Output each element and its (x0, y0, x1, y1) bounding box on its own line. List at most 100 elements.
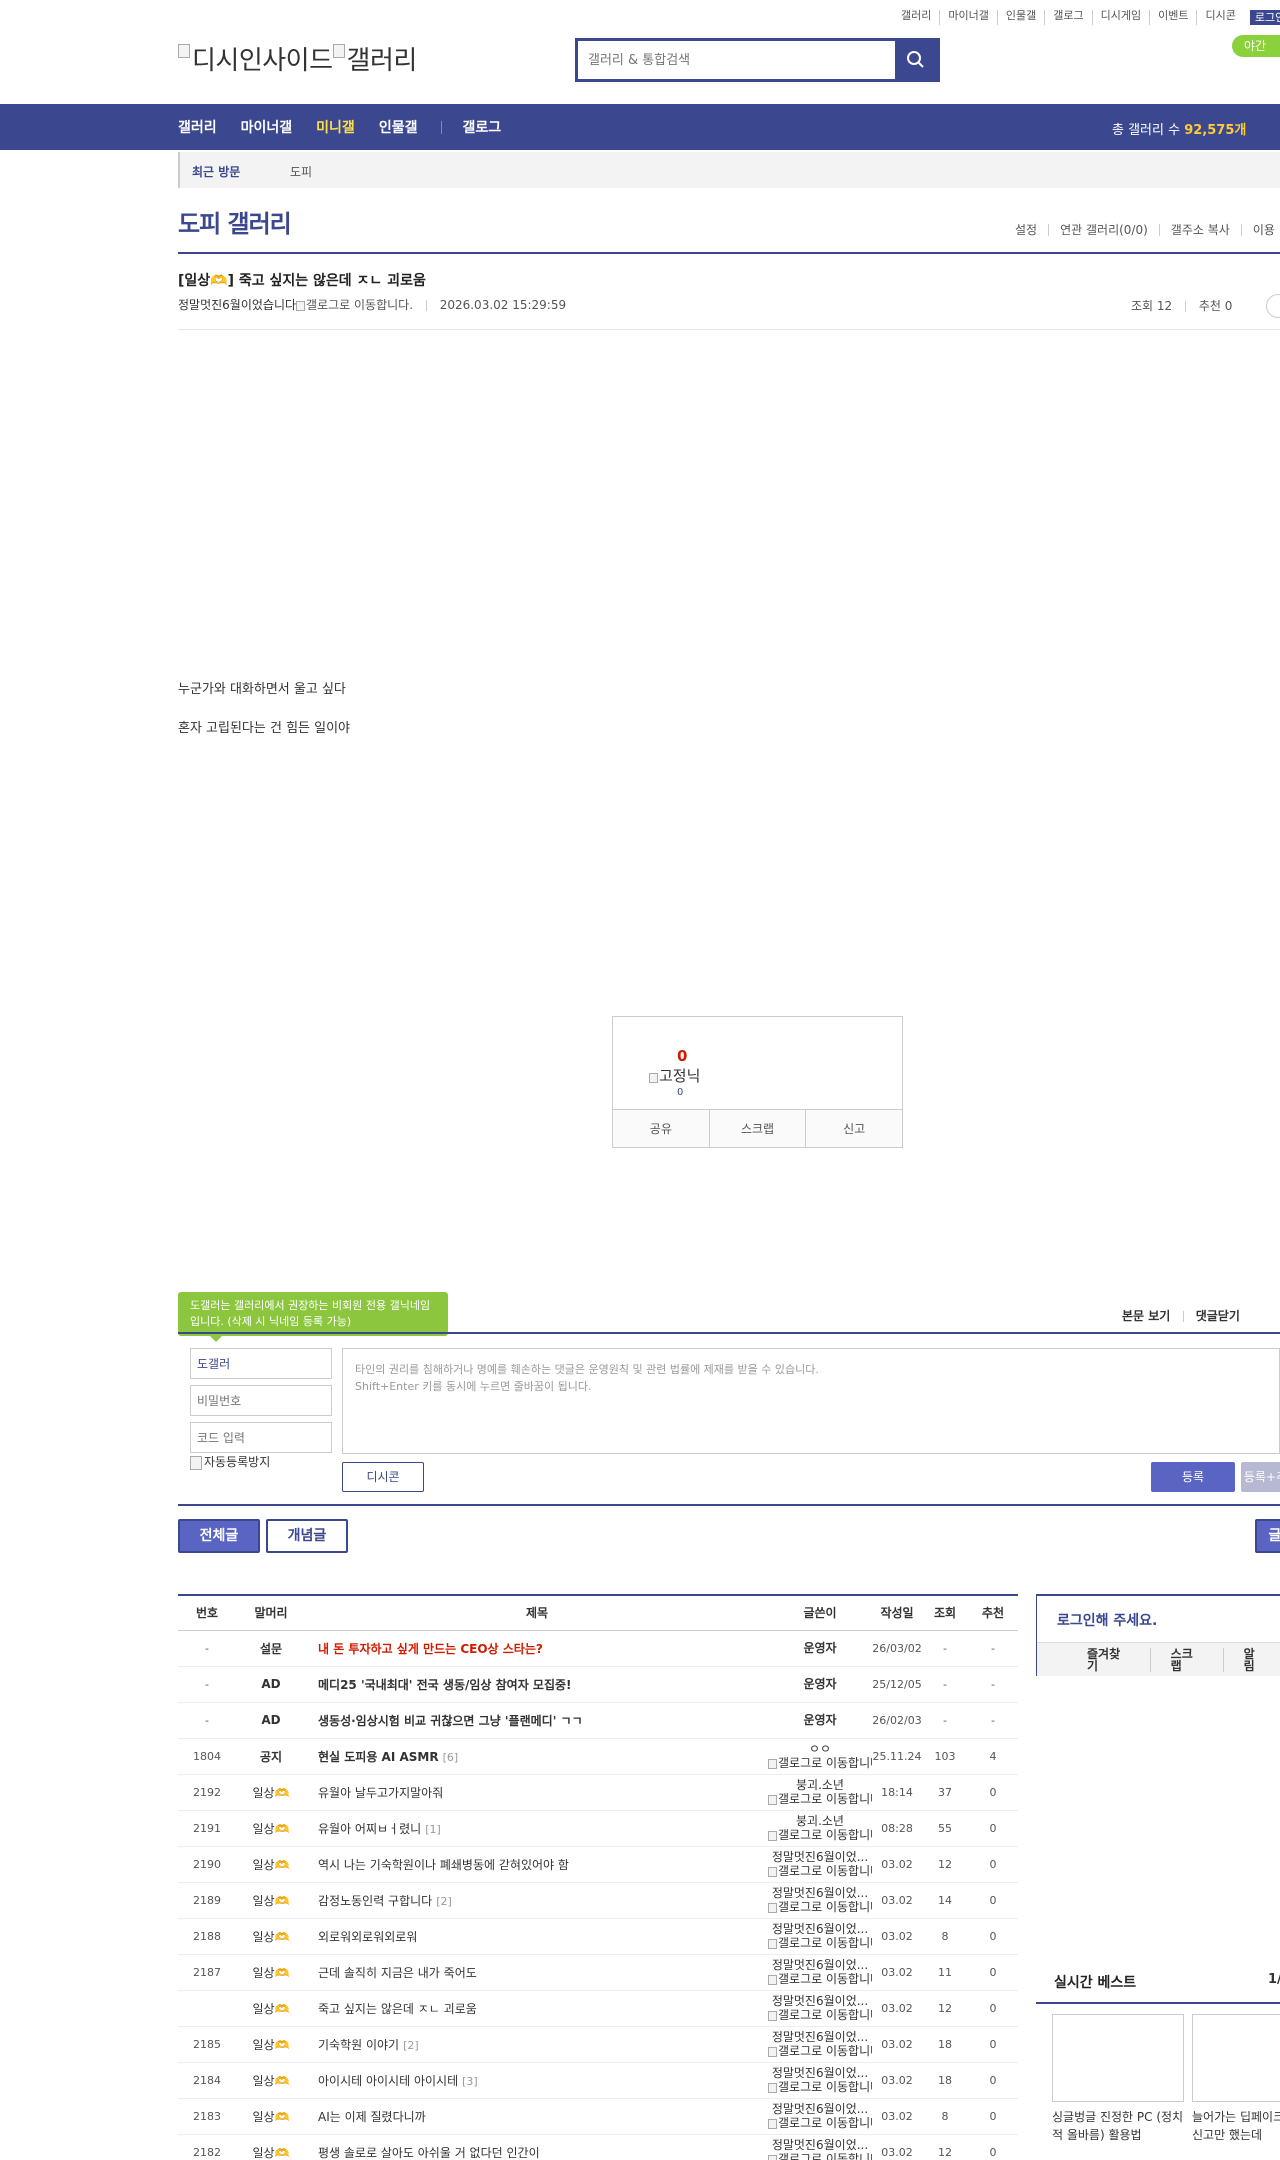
comment-code-field[interactable] (190, 1422, 332, 1453)
row-writer[interactable]: 정말멋진6월이었...갤로그로 이동합니다. (768, 1850, 872, 1878)
gallery-title[interactable]: 도피 갤러리 (178, 204, 292, 239)
row-subject[interactable]: 근데 솔직히 지금은 내가 죽어도 (306, 1954, 768, 1991)
row-subject[interactable]: 감정노동인력 구합니다 [2] (306, 1882, 768, 1919)
comment-submit-recommend-button[interactable]: 등록+추천 (1241, 1462, 1280, 1492)
best-thumbnail[interactable] (1192, 2014, 1280, 2102)
row-subject-text[interactable]: 죽고 싶지는 않은데 ㅈㄴ 괴로움 (318, 2002, 477, 2016)
table-row[interactable]: - 설문 내 돈 투자하고 싶게 만드는 CEO상 스타는? 운영자 26/03/02-… (178, 1630, 1018, 1667)
row-subject-text[interactable]: 평생 솔로로 살아도 아쉬울 거 없다던 인간이 (318, 2146, 540, 2160)
row-subject[interactable]: 역시 나는 기숙학원이나 폐쇄병동에 갇혀있어야 함 (306, 1846, 768, 1883)
row-writer[interactable]: 정말멋진6월이었...갤로그로 이동합니다. (768, 2066, 872, 2094)
table-row[interactable]: 2191일상🫶유월아 어찌ㅂㅓ렸니[1]붕괴.소년갤로그로 이동합니다.08:2… (178, 1810, 1018, 1847)
row-subject[interactable]: 죽고 싶지는 않은데 ㅈㄴ 괴로움 (306, 1990, 768, 2027)
table-row[interactable]: 2185일상🫶기숙학원 이야기[2]정말멋진6월이었...갤로그로 이동합니다.… (178, 2026, 1018, 2063)
comment-password-field[interactable] (190, 1385, 332, 1416)
row-subject[interactable]: 유월아 어찌ㅂㅓ렸니 [1] (306, 1810, 768, 1847)
util-link-person[interactable]: 인물갤 (996, 10, 1044, 25)
row-comment-count[interactable]: [2] (403, 2039, 419, 2052)
copy-address-link[interactable]: 갤주소 복사 (1158, 224, 1241, 236)
post-author[interactable]: 정말멋진6월이었습니다 (178, 298, 296, 312)
gallog-link[interactable]: 갤로그로 이동합니다. (306, 298, 413, 312)
row-subject[interactable]: 메디25 '국내최대' 전국 생동/임상 참여자 모집중! (306, 1666, 768, 1703)
tab-all-posts[interactable]: 전체글 (178, 1519, 260, 1553)
row-subject[interactable]: 유월아 날두고가지말아줘 (306, 1774, 768, 1811)
report-button[interactable]: 신고 (805, 1110, 902, 1147)
table-row[interactable]: 일상🫶 죽고 싶지는 않은데 ㅈㄴ 괴로움 정말멋진6월이었... 갤로그로 이동합니… (178, 1990, 1018, 2027)
post-more-button[interactable] (1266, 294, 1280, 318)
side-login-title[interactable]: 로그인해 주세요. (1057, 1610, 1157, 1630)
search-input[interactable] (578, 41, 896, 79)
nav-minor-gallery[interactable]: 마이너갤 (241, 117, 293, 137)
row-comment-count[interactable]: [1] (425, 1823, 441, 1836)
row-subject[interactable]: 평생 솔로로 살아도 아쉬울 거 없다던 인간이 (306, 2134, 768, 2160)
share-button[interactable]: 공유 (613, 1110, 709, 1147)
row-subject[interactable]: 외로워외로워외로워 (306, 1918, 768, 1955)
row-writer[interactable]: 붕괴.소년갤로그로 이동합니다. (768, 1778, 872, 1806)
table-row[interactable]: 2190 일상🫶 역시 나는 기숙학원이나 폐쇄병동에 갇혀있어야 함 정말멋진6월이… (178, 1846, 1018, 1883)
best-caption[interactable]: 늘어가는 딥페이크 범죄..신고만 했는데 (1192, 2108, 1280, 2144)
row-subject-text[interactable]: AI는 이제 질렸다니까 (318, 2110, 426, 2124)
row-subject-text[interactable]: 기숙학원 이야기 (318, 2038, 399, 2052)
recent-visit-item[interactable]: 도피 (290, 163, 312, 180)
row-subject-text[interactable]: 메디25 '국내최대' 전국 생동/임상 참여자 모집중! (318, 1678, 572, 1692)
row-subject-text[interactable]: 아이시테 아이시테 아이시테 (318, 2074, 458, 2088)
login-button[interactable]: 로그인 (1249, 10, 1280, 25)
notifications-link[interactable]: 알림 (1222, 1647, 1280, 1672)
dccon-button[interactable]: 디시콘 (342, 1462, 424, 1492)
row-subject-text[interactable]: 감정노동인력 구합니다 (318, 1894, 432, 1908)
row-subject-text[interactable]: 유월아 날두고가지말아줘 (318, 1786, 443, 1800)
row-subject[interactable]: AI는 이제 질렸다니까 (306, 2098, 768, 2135)
util-link-game[interactable]: 디시게임 (1091, 10, 1149, 25)
util-link-gallog[interactable]: 갤로그 (1044, 10, 1091, 25)
row-subject-text[interactable]: 생동성·임상시험 비교 귀찮으면 그냥 '플랜메디' ㄱㄱ (318, 1714, 583, 1728)
util-link-dccon[interactable]: 디시콘 (1196, 10, 1243, 25)
table-row[interactable]: 2182 일상🫶 평생 솔로로 살아도 아쉬울 거 없다던 인간이 정말멋진6월이었.… (178, 2134, 1018, 2160)
table-row[interactable]: 2189 일상🫶 감정노동인력 구합니다 [2] 정말멋진6월이었... 갤로그로 이동합… (178, 1882, 1018, 1919)
row-writer[interactable]: ㅇㅇ갤로그로 이동합니다. (768, 1742, 872, 1770)
site-logo[interactable]: 디시인사이드 갤러리 (178, 40, 417, 77)
row-subject[interactable]: 생동성·임상시험 비교 귀찮으면 그냥 '플랜메디' ㄱㄱ (306, 1702, 768, 1739)
row-subject-text[interactable]: 유월아 어찌ㅂㅓ렸니 (318, 1822, 421, 1836)
favorites-link[interactable]: 즐겨찾기 (1037, 1648, 1150, 1672)
row-comment-count[interactable]: [3] (462, 2075, 478, 2088)
scrap-link[interactable]: 스크랩 (1149, 1647, 1223, 1672)
fixed-nick-recommend[interactable]: 고정닉 (649, 1065, 700, 1086)
row-comment-count[interactable]: [2] (436, 1895, 452, 1908)
view-body-link[interactable]: 본문 보기 (1122, 1309, 1170, 1323)
row-writer[interactable]: 정말멋진6월이었...갤로그로 이동합니다. (768, 2138, 872, 2160)
table-row[interactable]: - AD 생동성·임상시험 비교 귀찮으면 그냥 '플랜메디' ㄱㄱ 운영자 26/02… (178, 1702, 1018, 1739)
comment-submit-button[interactable]: 등록 (1151, 1462, 1235, 1492)
util-link-minor[interactable]: 마이너갤 (939, 10, 996, 25)
row-subject[interactable]: 현실 도피용 AI ASMR [6] (306, 1738, 768, 1775)
table-row[interactable]: 2192일상🫶유월아 날두고가지말아줘붕괴.소년갤로그로 이동합니다.18:14… (178, 1774, 1018, 1811)
write-button[interactable]: 글 (1255, 1519, 1280, 1553)
row-subject-text[interactable]: 근데 솔직히 지금은 내가 죽어도 (318, 1966, 477, 1980)
row-writer[interactable]: 정말멋진6월이었...갤로그로 이동합니다. (768, 1922, 872, 1950)
util-link-event[interactable]: 이벤트 (1149, 10, 1196, 25)
row-writer[interactable]: 정말멋진6월이었...갤로그로 이동합니다. (768, 2102, 872, 2130)
row-subject-text[interactable]: 외로워외로워외로워 (318, 1930, 417, 1944)
row-writer[interactable]: 운영자 (768, 1641, 872, 1655)
row-writer[interactable]: 정말멋진6월이었...갤로그로 이동합니다. (768, 1886, 872, 1914)
row-subject[interactable]: 내 돈 투자하고 싶게 만드는 CEO상 스타는? (306, 1630, 768, 1667)
usage-link[interactable]: 이용 (1240, 224, 1280, 236)
row-subject[interactable]: 아이시테 아이시테 아이시테 [3] (306, 2062, 768, 2099)
comment-nick-field[interactable] (190, 1348, 332, 1379)
nav-person-gallery[interactable]: 인물갤 (379, 117, 418, 137)
recent-visit-label[interactable]: 최근 방문 (192, 163, 240, 180)
row-writer[interactable]: 붕괴.소년갤로그로 이동합니다. (768, 1814, 872, 1842)
best-caption[interactable]: 싱글벙글 진정한 PC (정치적 올바름) 활용법 (1052, 2108, 1184, 2144)
table-row[interactable]: 1804 공지 현실 도피용 AI ASMR [6] ㅇㅇ갤로그로 이동합니다.25.1… (178, 1738, 1018, 1775)
scrap-button[interactable]: 스크랩 (708, 1110, 806, 1147)
row-subject[interactable]: 기숙학원 이야기 [2] (306, 2026, 768, 2063)
row-subject-text[interactable]: 내 돈 투자하고 싶게 만드는 CEO상 스타는? (318, 1642, 543, 1656)
row-writer[interactable]: 정말멋진6월이었...갤로그로 이동합니다. (768, 2030, 872, 2058)
table-row[interactable]: 2187 일상🫶 근데 솔직히 지금은 내가 죽어도 정말멋진6월이었... 갤로그로 … (178, 1954, 1018, 1991)
table-row[interactable]: - AD 메디25 '국내최대' 전국 생동/임상 참여자 모집중! 운영자 25/12… (178, 1666, 1018, 1703)
util-link-gallery[interactable]: 갤러리 (893, 10, 939, 25)
row-writer[interactable]: 운영자 (768, 1677, 872, 1691)
tab-concept-posts[interactable]: 개념글 (266, 1519, 348, 1553)
row-subject-text[interactable]: 현실 도피용 AI ASMR (318, 1750, 439, 1764)
row-writer[interactable]: 정말멋진6월이었...갤로그로 이동합니다. (768, 1994, 872, 2022)
row-comment-count[interactable]: [6] (443, 1751, 459, 1764)
